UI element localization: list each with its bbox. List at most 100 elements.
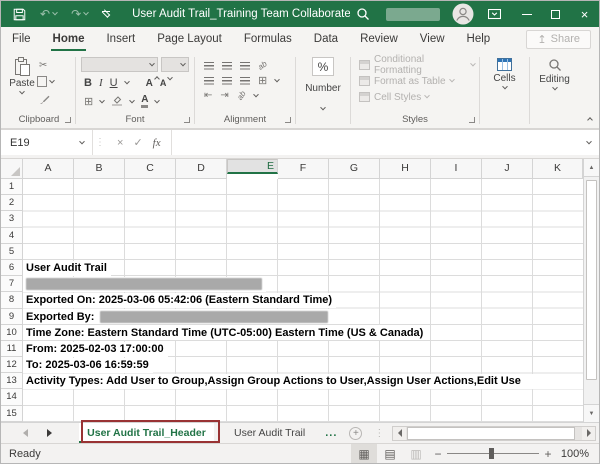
collapse-ribbon-icon[interactable] xyxy=(587,117,593,123)
tab-data[interactable]: Data xyxy=(303,27,349,51)
row-header[interactable]: 1 xyxy=(1,179,23,195)
cells-group-button[interactable]: Cells xyxy=(482,51,527,128)
cut-button[interactable]: ✂ xyxy=(39,59,54,71)
maximize-button[interactable] xyxy=(541,1,570,27)
align-right-button[interactable] xyxy=(240,77,250,85)
column-header-a[interactable]: A xyxy=(23,159,74,179)
tab-page-layout[interactable]: Page Layout xyxy=(146,27,233,51)
font-color-button[interactable]: A xyxy=(141,95,148,108)
undo-dropdown-icon[interactable] xyxy=(52,10,58,16)
conditional-formatting-button[interactable]: Conditional Formatting xyxy=(359,57,475,73)
row-header[interactable]: 3 xyxy=(1,211,23,227)
column-header-b[interactable]: B xyxy=(74,159,125,179)
clipboard-dialog-launcher[interactable] xyxy=(65,117,71,123)
font-dialog-launcher[interactable] xyxy=(184,117,190,123)
row-header[interactable]: 7 xyxy=(1,276,23,292)
insert-function-button[interactable]: fx xyxy=(153,137,161,149)
minimize-button[interactable] xyxy=(512,1,541,27)
fill-color-button[interactable] xyxy=(111,94,123,109)
italic-button[interactable]: I xyxy=(99,77,103,89)
quick-access-toolbar-dropdown[interactable] xyxy=(102,11,110,17)
row-header[interactable]: 10 xyxy=(1,325,23,341)
row-header[interactable]: 14 xyxy=(1,389,23,405)
cell-a9[interactable]: Exported By: xyxy=(23,309,332,324)
normal-view-button[interactable]: ▦ xyxy=(351,444,377,463)
row-header[interactable]: 9 xyxy=(1,309,23,325)
vertical-scrollbar[interactable]: ▲ ▼ xyxy=(583,159,599,422)
horizontal-scrollbar[interactable] xyxy=(392,426,596,441)
cell-a12[interactable]: To: 2025-03-06 16:59:59 xyxy=(23,358,153,373)
save-icon[interactable] xyxy=(13,8,26,21)
column-header-j[interactable]: J xyxy=(482,159,533,179)
row-header[interactable]: 11 xyxy=(1,341,23,357)
row-header[interactable]: 4 xyxy=(1,228,23,244)
redo-button[interactable]: ↷ xyxy=(71,7,88,21)
decrease-indent-button[interactable]: ⇤ xyxy=(204,90,212,101)
number-group-button[interactable]: % Number xyxy=(298,51,348,128)
column-header-h[interactable]: H xyxy=(380,159,431,179)
zoom-in-button[interactable]: + xyxy=(539,447,557,461)
cell-a7-redacted[interactable] xyxy=(23,277,266,292)
expand-formula-bar-icon[interactable] xyxy=(579,130,599,155)
merge-center-button[interactable]: ⊞ xyxy=(258,74,267,87)
row-header[interactable]: 2 xyxy=(1,195,23,211)
cell-a6[interactable]: User Audit Trail xyxy=(23,261,111,276)
copy-button[interactable] xyxy=(39,76,54,88)
column-header-c[interactable]: C xyxy=(125,159,176,179)
increase-font-size-button[interactable]: A xyxy=(146,78,153,89)
horizontal-scroll-thumb[interactable] xyxy=(407,427,575,440)
cell-styles-button[interactable]: Cell Styles xyxy=(359,89,475,105)
row-header[interactable]: 8 xyxy=(1,292,23,308)
row-header[interactable]: 5 xyxy=(1,244,23,260)
underline-button[interactable]: U xyxy=(110,77,118,89)
align-middle-button[interactable] xyxy=(222,62,232,70)
zoom-out-button[interactable]: − xyxy=(429,447,447,461)
scroll-down-icon[interactable]: ▼ xyxy=(584,404,599,422)
column-header-g[interactable]: G xyxy=(329,159,380,179)
tab-view[interactable]: View xyxy=(409,27,456,51)
page-layout-view-button[interactable]: ▤ xyxy=(377,444,403,463)
orientation-icon[interactable] xyxy=(256,59,268,71)
new-sheet-button[interactable]: + xyxy=(349,427,362,440)
column-header-i[interactable]: I xyxy=(431,159,482,179)
alignment-dialog-launcher[interactable] xyxy=(285,117,291,123)
more-sheets-indicator[interactable]: ... xyxy=(325,427,337,439)
user-avatar[interactable] xyxy=(452,3,474,25)
search-icon[interactable] xyxy=(356,7,370,21)
tab-file[interactable]: File xyxy=(1,27,42,51)
increase-indent-button[interactable]: ⇥ xyxy=(220,90,228,101)
align-left-button[interactable] xyxy=(204,77,214,85)
sheet-tab-user-audit-trail-header[interactable]: User Audit Trail_Header xyxy=(79,423,214,443)
previous-sheet-icon[interactable] xyxy=(13,429,37,437)
column-header-f[interactable]: F xyxy=(278,159,329,179)
redo-dropdown-icon[interactable] xyxy=(83,10,89,16)
enter-button[interactable]: ✓ xyxy=(133,136,142,149)
align-center-button[interactable] xyxy=(222,77,232,85)
font-name-select[interactable] xyxy=(81,57,158,72)
formula-input[interactable] xyxy=(172,130,579,155)
bold-button[interactable]: B xyxy=(84,77,92,89)
share-button[interactable]: ↥Share xyxy=(526,30,591,49)
row-header[interactable]: 15 xyxy=(1,406,23,422)
align-top-button[interactable] xyxy=(204,62,214,70)
sheet-tab-user-audit-trail[interactable]: User Audit Trail xyxy=(220,423,319,443)
row-header[interactable]: 13 xyxy=(1,373,23,389)
editing-group-button[interactable]: Editing xyxy=(532,51,577,128)
column-header-d[interactable]: D xyxy=(176,159,227,179)
vertical-scroll-thumb[interactable] xyxy=(586,180,597,380)
row-header[interactable]: 12 xyxy=(1,357,23,373)
name-box[interactable]: E19 xyxy=(1,130,93,155)
column-header-k[interactable]: K xyxy=(533,159,583,179)
ribbon-display-options-icon[interactable] xyxy=(488,9,501,20)
tab-review[interactable]: Review xyxy=(349,27,409,51)
scroll-right-icon[interactable] xyxy=(582,427,595,440)
tab-home[interactable]: Home xyxy=(42,27,96,51)
wrap-text-icon[interactable] xyxy=(235,89,247,101)
scroll-left-icon[interactable] xyxy=(393,427,406,440)
format-painter-button[interactable] xyxy=(39,93,54,105)
undo-button[interactable]: ↶ xyxy=(40,7,57,21)
tab-insert[interactable]: Insert xyxy=(95,27,146,51)
styles-dialog-launcher[interactable] xyxy=(469,117,475,123)
next-sheet-icon[interactable] xyxy=(37,429,61,437)
select-all-button[interactable] xyxy=(1,159,23,179)
